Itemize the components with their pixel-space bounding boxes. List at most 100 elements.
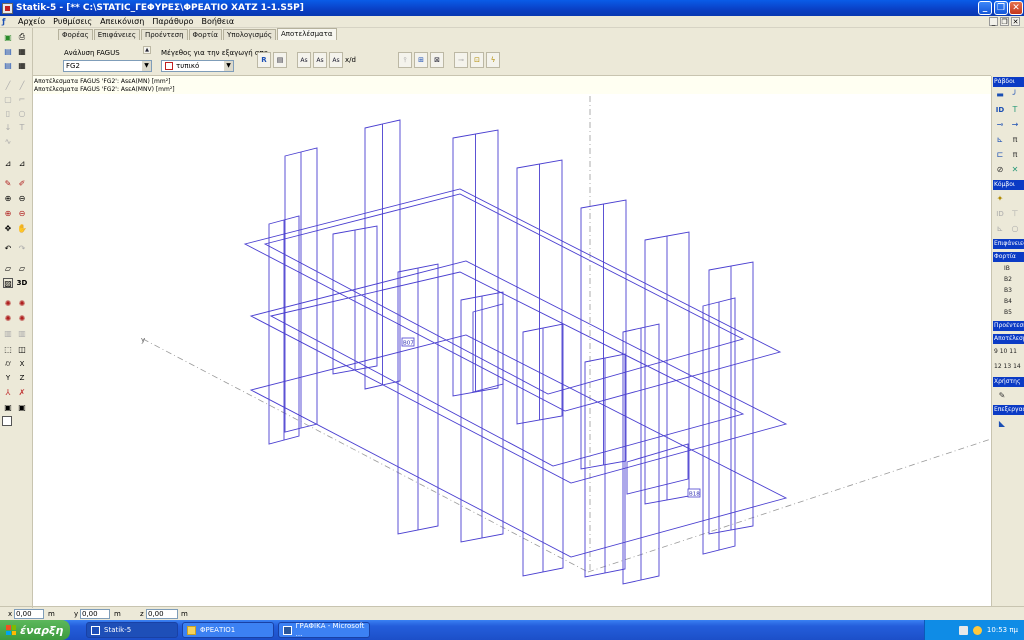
view-a-icon[interactable]: ▥ bbox=[3, 328, 13, 338]
load-ib[interactable]: IB bbox=[1004, 265, 1010, 272]
analysis-up-icon[interactable]: ▲ bbox=[143, 46, 151, 54]
cube-icon[interactable]: ⬚ bbox=[3, 344, 13, 354]
analysis-select[interactable]: FG2 ▼ bbox=[63, 60, 152, 72]
section-icon[interactable]: T bbox=[1009, 104, 1021, 115]
zoom-in-icon[interactable]: ⊕ bbox=[3, 193, 13, 203]
network-icon[interactable] bbox=[958, 625, 968, 635]
panel-bars-header[interactable]: Ράβδοι bbox=[993, 77, 1024, 87]
task-graphics[interactable]: ΓΡΑΦΙΚΑ - Microsoft ... bbox=[278, 622, 370, 638]
bar-id-icon[interactable]: ID bbox=[994, 104, 1006, 115]
tab-surfaces[interactable]: Επιφάνειες bbox=[93, 29, 140, 40]
view-b-icon[interactable]: ▥ bbox=[17, 328, 27, 338]
zoom-out-icon[interactable]: ⊖ bbox=[17, 193, 27, 203]
drawing-canvas[interactable]: y B07 B18 bbox=[33, 94, 992, 606]
diagram-icon[interactable]: ⊠ bbox=[430, 52, 444, 68]
pencil-icon[interactable]: ✎ bbox=[3, 178, 13, 188]
mdi-minimize-icon[interactable]: _ bbox=[989, 17, 998, 26]
panel-nodes-header[interactable]: Κόμβοι bbox=[993, 180, 1024, 190]
node-id-icon[interactable]: ID bbox=[994, 208, 1006, 219]
frame-icon[interactable]: π bbox=[1009, 134, 1021, 145]
hinge-icon[interactable]: ⊸ bbox=[994, 119, 1006, 130]
export-icon[interactable]: ⊡ bbox=[470, 52, 484, 68]
cylinder-icon[interactable]: ⌭ bbox=[3, 359, 13, 369]
chevron-down-icon[interactable]: ▼ bbox=[142, 61, 151, 71]
rect-tool-icon[interactable]: ▢ bbox=[3, 94, 13, 104]
axes2-icon[interactable]: ✗ bbox=[17, 387, 27, 397]
tab-calculation[interactable]: Υπολογισμός bbox=[222, 29, 276, 40]
rotate-free-icon[interactable]: ✺ bbox=[17, 313, 27, 323]
undo-icon[interactable]: ↶ bbox=[3, 243, 13, 253]
3d-view-icon[interactable]: 3D bbox=[17, 278, 28, 288]
wireframe-model[interactable]: y B07 B18 bbox=[33, 94, 992, 606]
tab-results[interactable]: Αποτελέσματα bbox=[276, 28, 337, 40]
results-row-2[interactable]: 12 13 14 bbox=[994, 363, 1021, 370]
panel-loads-header[interactable]: Φορτία bbox=[993, 252, 1024, 262]
curve-tool-icon[interactable]: ∿ bbox=[3, 136, 13, 146]
rotate-y-icon[interactable]: ✺ bbox=[17, 298, 27, 308]
wall-tool-icon[interactable]: ▯ bbox=[3, 108, 13, 118]
zoom-window-icon[interactable]: ⊕ bbox=[3, 208, 13, 218]
x-coord-field[interactable]: 0,00 bbox=[14, 609, 44, 619]
app-icon[interactable] bbox=[2, 2, 13, 14]
user-edit-icon[interactable]: ✎ bbox=[996, 390, 1008, 401]
y-coord-field[interactable]: 0,00 bbox=[80, 609, 110, 619]
start-button[interactable]: έναρξη bbox=[0, 620, 70, 640]
load-b5[interactable]: B5 bbox=[1004, 309, 1012, 316]
move-icon[interactable]: ✥ bbox=[3, 223, 13, 233]
panel-results-header[interactable]: Αποτέλεσμα bbox=[993, 334, 1024, 344]
asmin-icon[interactable]: As bbox=[297, 52, 311, 68]
close-button[interactable]: ✕ bbox=[1009, 1, 1023, 15]
curved-bar-icon[interactable]: ╯ bbox=[1009, 89, 1021, 100]
scale-icon[interactable]: ⊞ bbox=[414, 52, 428, 68]
mdi-restore-icon[interactable]: ❐ bbox=[1000, 17, 1009, 26]
task-statik[interactable]: Statik-5 bbox=[86, 622, 178, 638]
chevron-down-icon[interactable]: ▼ bbox=[224, 61, 233, 71]
zoom-all-icon[interactable]: ⊖ bbox=[17, 208, 27, 218]
axis-y-icon[interactable]: Y bbox=[3, 373, 13, 383]
select2-tool-icon[interactable]: ⊿ bbox=[17, 158, 27, 168]
menu-window[interactable]: Παράθυρο bbox=[148, 17, 197, 26]
load-b3[interactable]: B3 bbox=[1004, 287, 1012, 294]
document-icon[interactable]: ƒ bbox=[2, 17, 12, 27]
select-tool-icon[interactable]: ⊿ bbox=[3, 158, 13, 168]
2d-view-icon[interactable]: ▨ bbox=[3, 278, 13, 288]
report-icon[interactable]: R bbox=[257, 52, 271, 68]
tab-prestress[interactable]: Προέντεση bbox=[140, 29, 188, 40]
plane-view2-icon[interactable]: ▱ bbox=[17, 263, 27, 273]
clock[interactable]: 10:53 πμ bbox=[987, 626, 1018, 634]
grid-icon[interactable]: ▦ bbox=[17, 46, 27, 56]
release-icon[interactable]: → bbox=[1009, 119, 1021, 130]
divide-icon[interactable]: ⊏ bbox=[994, 149, 1006, 160]
menu-help[interactable]: Βοήθεια bbox=[197, 17, 238, 26]
mdi-close-icon[interactable]: ✕ bbox=[1011, 17, 1020, 26]
axes-icon[interactable]: ⅄ bbox=[3, 387, 13, 397]
table-icon[interactable]: ▦ bbox=[17, 60, 27, 70]
rotate-z-icon[interactable]: ✺ bbox=[3, 313, 13, 323]
node-support-icon[interactable]: ⊤ bbox=[1009, 208, 1021, 219]
edit-triangle-icon[interactable]: ◣ bbox=[996, 418, 1008, 429]
maximize-button[interactable]: ❐ bbox=[994, 1, 1008, 15]
plug-icon[interactable]: ⊸ bbox=[454, 52, 468, 68]
eraser-icon[interactable]: ✐ bbox=[17, 178, 27, 188]
node-icon[interactable]: ✦ bbox=[994, 193, 1006, 204]
task-folder[interactable]: ΦΡΕΑΤΙΟ1 bbox=[182, 622, 274, 638]
print-icon[interactable]: ⎙ bbox=[17, 32, 27, 42]
local-axes-icon[interactable]: ⊾ bbox=[994, 134, 1006, 145]
tab-structure[interactable]: Φορέας bbox=[58, 29, 93, 40]
save-as-icon[interactable]: ▤ bbox=[3, 60, 13, 70]
menu-view[interactable]: Απεικόνιση bbox=[96, 17, 148, 26]
circle-tool-icon[interactable]: ○ bbox=[17, 108, 27, 118]
render2-icon[interactable]: ▣ bbox=[17, 402, 27, 412]
new-file-icon[interactable]: ▣ bbox=[3, 32, 13, 42]
bar-icon[interactable]: ▬ bbox=[994, 89, 1006, 100]
results-row-1[interactable]: 9 10 11 bbox=[994, 348, 1017, 355]
cube-front-icon[interactable]: ◫ bbox=[17, 344, 27, 354]
axis-x-icon[interactable]: X bbox=[17, 359, 27, 369]
size-select[interactable]: τυπικό ▼ bbox=[161, 60, 234, 72]
panel-user-header[interactable]: Χρήστης bbox=[993, 377, 1024, 387]
panel-surfaces-header[interactable]: Επιφάνειες bbox=[993, 239, 1024, 249]
eraser-bar-icon[interactable]: ⊘ bbox=[994, 164, 1006, 175]
asw-icon[interactable]: As bbox=[329, 52, 343, 68]
polyline-tool-icon[interactable]: ╱ bbox=[17, 80, 27, 90]
dim-tool-icon[interactable]: ↓ bbox=[3, 122, 13, 132]
